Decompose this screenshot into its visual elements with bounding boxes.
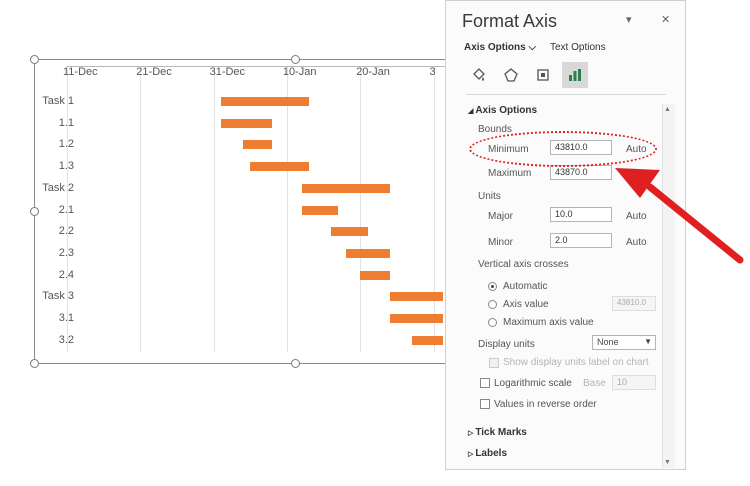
red-arrow-annotation [615,168,744,264]
annotation-layer [615,168,744,264]
